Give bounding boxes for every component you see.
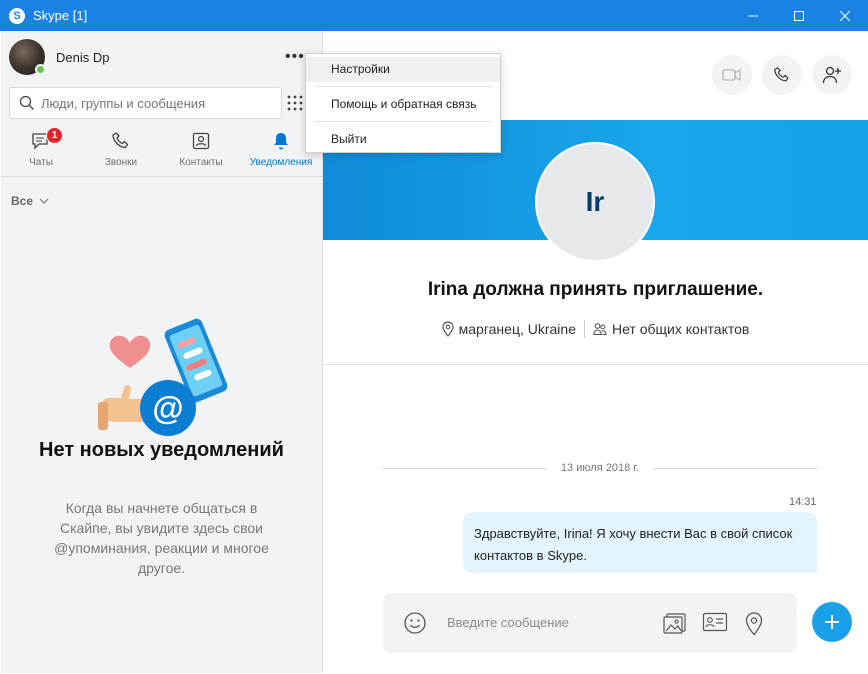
more-options-menu: Настройки Помощь и обратная связь Выйти <box>305 53 501 153</box>
meta-divider <box>583 320 585 338</box>
date-separator: 13 июля 2018 г. <box>383 462 818 474</box>
message-input[interactable]: Введите сообщение <box>447 615 569 630</box>
tab-label: Чаты <box>29 157 53 168</box>
phone-icon <box>774 67 789 82</box>
close-icon <box>840 10 850 21</box>
menu-divider <box>314 86 492 87</box>
add-person-icon <box>822 66 841 84</box>
menu-item-sign-out[interactable]: Выйти <box>306 127 500 152</box>
audio-call-button[interactable] <box>762 55 802 95</box>
location-pin-icon <box>442 321 454 337</box>
minimize-button[interactable] <box>730 0 776 31</box>
tab-label: Уведомления <box>249 157 313 168</box>
sidebar: Denis Dp ••• Люди, группы и сообщения 1 … <box>1 31 323 673</box>
phone-icon <box>112 132 129 149</box>
tab-calls[interactable]: Звонки <box>81 127 161 176</box>
message-composer: Введите сообщение <box>383 593 797 653</box>
menu-divider <box>314 121 492 122</box>
contact-card-icon[interactable] <box>702 611 728 633</box>
contact-location: марганец, Ukraine <box>458 321 576 337</box>
message-timestamp: 14:31 <box>789 496 817 508</box>
minimize-icon <box>748 15 758 16</box>
add-contact-button[interactable] <box>812 55 852 95</box>
contact-meta: марганец, Ukraine Нет общих контактов <box>323 320 868 338</box>
tab-label: Звонки <box>104 157 138 168</box>
filter-label: Все <box>11 194 34 208</box>
tab-label: Контакты <box>179 157 223 168</box>
online-status-dot <box>35 64 46 75</box>
mutual-contacts-text: Нет общих контактов <box>611 321 750 337</box>
profile-header[interactable]: Denis Dp <box>9 39 109 75</box>
empty-state-description: Когда вы начнете общаться в Скайпе, вы у… <box>54 500 269 576</box>
media-gallery-icon[interactable] <box>662 611 688 635</box>
chevron-down-icon <box>39 198 49 204</box>
skype-logo-icon: S <box>9 7 25 24</box>
profile-name[interactable]: Denis Dp <box>56 50 109 65</box>
search-input[interactable]: Люди, группы и сообщения <box>41 96 205 111</box>
dialpad-icon[interactable] <box>285 93 305 113</box>
tab-contacts[interactable]: Контакты <box>161 127 241 176</box>
emoji-icon[interactable] <box>403 611 427 635</box>
menu-item-help-feedback[interactable]: Помощь и обратная связь <box>306 92 500 117</box>
search-box[interactable]: Люди, группы и сообщения <box>9 87 282 119</box>
tab-chats[interactable]: 1 Чаты <box>1 127 81 176</box>
menu-item-settings[interactable]: Настройки <box>306 57 500 82</box>
title-bar: S Skype [1] <box>0 0 868 31</box>
video-call-button[interactable] <box>712 55 752 95</box>
maximize-button[interactable] <box>776 0 822 31</box>
bell-icon <box>274 133 288 150</box>
close-button[interactable] <box>822 0 868 31</box>
empty-state-title: Нет новых уведомлений <box>39 439 284 461</box>
window-title: Skype [1] <box>33 8 88 23</box>
filter-dropdown[interactable]: Все <box>11 194 49 208</box>
search-icon <box>19 95 34 110</box>
plus-icon <box>825 615 839 629</box>
location-pin-icon[interactable] <box>744 611 764 637</box>
avatar[interactable] <box>9 39 46 75</box>
unread-badge: 1 <box>46 127 63 144</box>
contacts-icon <box>192 132 210 150</box>
notifications-illustration: @ <box>98 318 228 436</box>
more-options-button[interactable]: ••• <box>285 48 305 66</box>
mutual-contacts-icon <box>593 323 607 336</box>
date-label: 13 июля 2018 г. <box>560 462 640 474</box>
divider <box>323 364 868 365</box>
more-actions-button[interactable] <box>812 602 852 642</box>
contact-avatar[interactable]: Ir <box>535 142 655 262</box>
maximize-icon <box>794 10 804 21</box>
svg-text:@: @ <box>152 390 183 426</box>
video-camera-icon <box>722 68 741 82</box>
invite-pending-title: Irina должна принять приглашение. <box>427 279 764 300</box>
nav-tabs: 1 Чаты Звонки Контакты Уведомления <box>1 127 322 177</box>
message-bubble[interactable]: Здравствуйте, Irina! Я хочу внести Вас в… <box>463 512 817 573</box>
